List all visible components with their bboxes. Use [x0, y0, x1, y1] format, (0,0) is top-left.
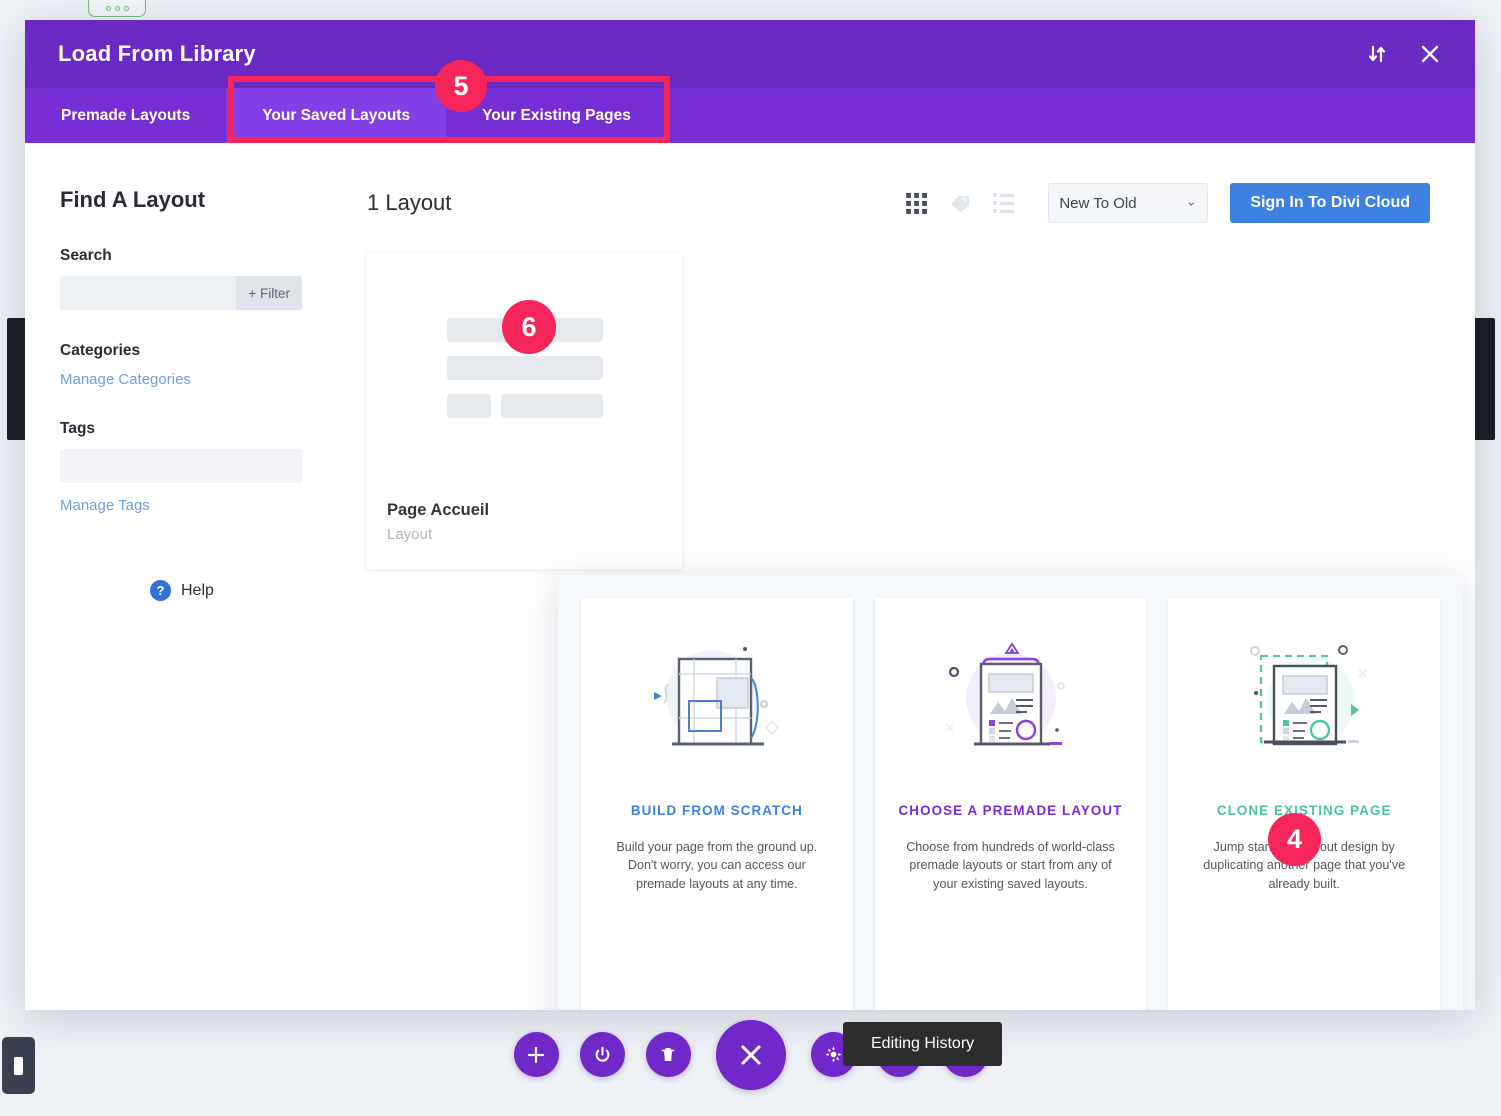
blueprint-page-icon: [581, 598, 853, 803]
card-description: Build your page from the ground up. Don'…: [581, 838, 853, 1010]
manage-categories-link[interactable]: Manage Categories: [60, 371, 191, 388]
premade-page-icon: [875, 598, 1147, 803]
card-title: CHOOSE A PREMADE LAYOUT: [875, 803, 1147, 818]
tag-view-icon[interactable]: [949, 193, 971, 213]
content-controls: New To Old ⌄ Sign In To Divi Cloud: [906, 183, 1430, 223]
screen: Load From Library Premade Layouts Your S…: [0, 0, 1501, 1116]
tab-your-saved-layouts[interactable]: Your Saved Layouts: [226, 88, 446, 143]
welcome-panel: BUILD FROM SCRATCH Build your page from …: [558, 575, 1463, 1010]
page-status-indicator: [88, 0, 146, 17]
clone-page-icon: [1168, 598, 1440, 803]
sort-select-wrap: New To Old ⌄: [1048, 183, 1208, 223]
categories-label: Categories: [60, 342, 355, 360]
add-button[interactable]: [514, 1032, 559, 1077]
close-builder-button[interactable]: [716, 1020, 786, 1090]
callout-badge-6: 6: [502, 300, 556, 354]
card-description: Choose from hundreds of world-class prem…: [875, 838, 1147, 1010]
header-icon-group: [1366, 42, 1442, 66]
grid-view-icon[interactable]: [906, 193, 927, 214]
filter-sidebar: Find A Layout Search + Filter Categories…: [25, 143, 355, 1010]
layout-preview: [367, 253, 682, 483]
choose-premade-layout-card[interactable]: CHOOSE A PREMADE LAYOUT Choose from hund…: [875, 598, 1147, 1010]
dot-icon: [106, 6, 111, 11]
trash-button[interactable]: [646, 1032, 691, 1077]
manage-tags-link[interactable]: Manage Tags: [60, 497, 150, 514]
modal-body: Find A Layout Search + Filter Categories…: [25, 143, 1475, 1010]
sort-arrows-icon[interactable]: [1366, 43, 1388, 65]
sidebar-heading: Find A Layout: [60, 187, 355, 213]
build-from-scratch-card[interactable]: BUILD FROM SCRATCH Build your page from …: [581, 598, 853, 1010]
layout-count: 1 Layout: [367, 190, 451, 216]
load-from-library-modal: Load From Library Premade Layouts Your S…: [25, 20, 1475, 1010]
clone-existing-page-card[interactable]: CLONE EXISTING PAGE Jump start your layo…: [1168, 598, 1440, 1010]
help-label: Help: [181, 582, 214, 600]
library-tabbar: Premade Layouts Your Saved Layouts Your …: [25, 88, 1475, 143]
layout-title: Page Accueil: [387, 501, 662, 520]
tags-input[interactable]: [60, 449, 302, 483]
layout-subtitle: Layout: [387, 526, 662, 543]
help-icon: ?: [150, 580, 171, 601]
card-title: BUILD FROM SCRATCH: [581, 803, 853, 818]
tab-premade-layouts[interactable]: Premade Layouts: [25, 88, 226, 143]
list-view-icon[interactable]: [993, 193, 1014, 213]
dot-icon: [115, 6, 120, 11]
right-edge-bar: [1473, 318, 1495, 440]
modal-header: Load From Library: [25, 20, 1475, 88]
view-mode-group: [906, 193, 1014, 214]
close-icon[interactable]: [1418, 42, 1442, 66]
callout-badge-4: 4: [1268, 813, 1321, 866]
content-toolbar: 1 Layout: [367, 183, 1430, 223]
editing-history-tooltip: Editing History: [843, 1022, 1002, 1066]
filter-button[interactable]: + Filter: [236, 276, 302, 310]
layout-meta: Page Accueil Layout: [367, 483, 682, 569]
dot-icon: [124, 6, 129, 11]
sort-select[interactable]: New To Old: [1048, 183, 1208, 223]
modal-title: Load From Library: [58, 41, 256, 67]
tags-label: Tags: [60, 420, 355, 438]
callout-badge-5: 5: [435, 60, 487, 112]
help-row[interactable]: ? Help: [60, 580, 355, 601]
search-label: Search: [60, 247, 355, 265]
sign-in-divi-cloud-button[interactable]: Sign In To Divi Cloud: [1230, 183, 1430, 223]
power-button[interactable]: [580, 1032, 625, 1077]
search-field-group: + Filter: [60, 276, 302, 310]
builder-toolbar: [0, 1020, 1501, 1116]
